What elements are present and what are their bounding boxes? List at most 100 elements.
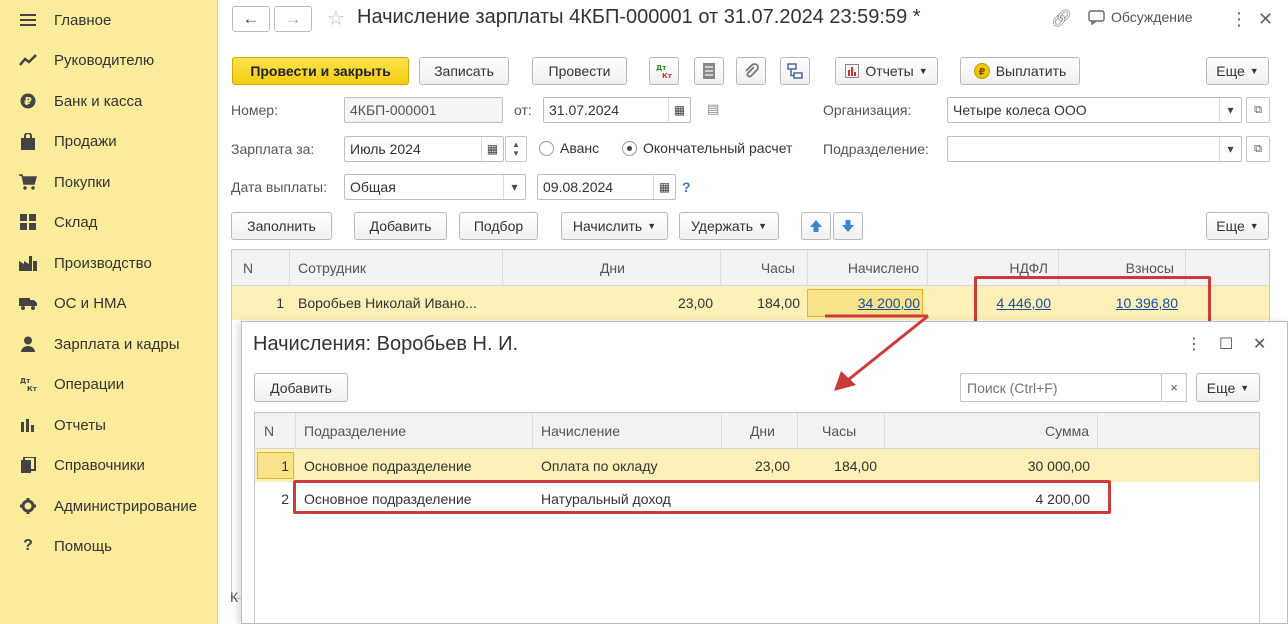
save-button[interactable]: Записать <box>419 57 509 85</box>
fill-button[interactable]: Заполнить <box>231 212 332 240</box>
organization-label: Организация: <box>823 102 912 118</box>
dropdown-icon[interactable]: ▾ <box>503 175 525 199</box>
more-vertical-icon[interactable]: ⋮ <box>1230 9 1248 30</box>
post-and-close-button[interactable]: Провести и закрыть <box>232 57 409 85</box>
sidebar-item-salary[interactable]: Зарплата и кадры <box>0 325 218 363</box>
withhold-button[interactable]: Удержать ▼ <box>679 212 779 240</box>
maximize-icon[interactable]: ☐ <box>1219 334 1233 354</box>
forward-button[interactable]: → <box>274 6 312 32</box>
shopping-bag-icon <box>17 130 39 152</box>
sidebar-item-sales[interactable]: Продажи <box>0 122 218 160</box>
sidebar-item-bank[interactable]: ₽ Банк и касса <box>0 82 218 120</box>
sidebar-item-admin[interactable]: Администрирование <box>0 487 218 525</box>
column-days[interactable]: Дни <box>722 413 798 449</box>
more-button[interactable]: Еще ▼ <box>1206 57 1269 85</box>
accrued-link[interactable]: 34 200,00 <box>858 295 920 311</box>
calendar-icon[interactable]: ▦ <box>668 98 690 122</box>
comment-icon[interactable]: ▤ <box>707 101 719 117</box>
truck-icon <box>17 292 39 314</box>
back-button[interactable]: ← <box>232 6 270 32</box>
sidebar-item-help[interactable]: ? Помощь <box>0 527 218 565</box>
table-more-button[interactable]: Еще ▼ <box>1206 212 1269 240</box>
number-field[interactable]: 4КБП-000001 <box>344 97 503 123</box>
open-organization-button[interactable]: ⧉ <box>1246 97 1270 123</box>
sidebar-item-label: Руководителю <box>54 51 155 69</box>
salary-period-field[interactable]: Июль 2024 ▦ <box>344 136 504 162</box>
calendar-icon[interactable]: ▦ <box>481 137 503 161</box>
sidebar-item-production[interactable]: Производство <box>0 244 218 282</box>
clear-search-button[interactable]: × <box>1162 373 1187 402</box>
column-hours[interactable]: Часы <box>798 413 885 449</box>
list-button[interactable] <box>694 57 724 85</box>
final-payment-radio[interactable]: Окончательный расчет <box>622 140 792 156</box>
final-payment-label: Окончательный расчет <box>643 140 793 156</box>
add-row-button[interactable]: Добавить <box>354 212 447 240</box>
discussion-button[interactable]: Обсуждение <box>1088 9 1193 25</box>
employee-name[interactable]: Воробьев Николай Ивано... <box>290 286 503 320</box>
structure-button[interactable] <box>780 57 810 85</box>
sidebar-item-assets[interactable]: ОС и НМА <box>0 284 218 322</box>
division-label: Подразделение: <box>823 141 929 157</box>
attach-button[interactable] <box>736 57 766 85</box>
star-icon[interactable]: ☆ <box>327 6 345 31</box>
division-field[interactable]: ▾ <box>947 136 1242 162</box>
sidebar-item-main[interactable]: Главное <box>0 1 218 39</box>
sidebar-item-operations[interactable]: Дт Кт Операции <box>0 365 218 403</box>
arrow-up-icon <box>810 220 822 232</box>
pay-date-field[interactable]: 09.08.2024 ▦ <box>537 174 676 200</box>
open-division-button[interactable]: ⧉ <box>1246 136 1270 162</box>
column-days[interactable]: Дни <box>503 250 721 286</box>
column-hours[interactable]: Часы <box>721 250 808 286</box>
period-stepper[interactable]: ▲ ▼ <box>505 136 527 162</box>
column-n[interactable]: N <box>255 413 296 449</box>
calendar-icon[interactable]: ▦ <box>653 175 675 199</box>
close-icon[interactable]: ✕ <box>1258 9 1273 30</box>
dropdown-icon[interactable]: ▾ <box>1219 98 1241 122</box>
link-icon[interactable]: 🔗︎ <box>1051 9 1073 29</box>
column-employee[interactable]: Сотрудник <box>290 250 503 286</box>
pay-date-label: Дата выплаты: <box>231 179 327 195</box>
column-sum[interactable]: Сумма <box>885 413 1098 449</box>
sidebar-item-manager[interactable]: Руководителю <box>0 41 218 79</box>
column-division[interactable]: Подразделение <box>296 413 533 449</box>
post-button[interactable]: Провести <box>532 57 627 85</box>
salary-period-value: Июль 2024 <box>350 141 421 157</box>
date-field[interactable]: 31.07.2024 ▦ <box>543 97 691 123</box>
organization-field[interactable]: Четыре колеса ООО ▾ <box>947 97 1242 123</box>
sidebar-item-label: Зарплата и кадры <box>54 335 180 353</box>
column-accrual[interactable]: Начисление <box>533 413 722 449</box>
move-down-button[interactable] <box>833 212 863 240</box>
chevron-down-icon: ▼ <box>918 66 928 76</box>
sidebar-item-purchases[interactable]: Покупки <box>0 163 218 201</box>
dt-kt-button[interactable]: Дт Кт <box>649 57 679 85</box>
dropdown-icon[interactable]: ▾ <box>1219 137 1241 161</box>
advance-radio[interactable]: Аванс <box>539 140 599 156</box>
table-row[interactable]: 1 Основное подразделение Оплата по оклад… <box>255 449 1259 482</box>
dialog-add-button[interactable]: Добавить <box>254 373 348 402</box>
sidebar-item-directories[interactable]: Справочники <box>0 446 218 484</box>
dialog-more-button[interactable]: Еще ▼ <box>1196 373 1260 402</box>
sidebar-item-warehouse[interactable]: Склад <box>0 203 218 241</box>
move-up-button[interactable] <box>801 212 831 240</box>
dt-kt-icon: ДтКт <box>17 373 39 395</box>
accrued-value[interactable]: 34 200,00 <box>808 286 928 320</box>
column-accrued[interactable]: Начислено <box>808 250 928 286</box>
search-input[interactable] <box>960 373 1162 402</box>
sidebar-item-label: ОС и НМА <box>54 294 127 312</box>
pay-button[interactable]: ₽ Выплатить <box>960 57 1080 85</box>
sidebar-item-reports[interactable]: Отчеты <box>0 406 218 444</box>
reports-button[interactable]: Отчеты ▼ <box>835 57 938 85</box>
sidebar-item-label: Склад <box>54 213 98 231</box>
discussion-label: Обсуждение <box>1111 9 1193 25</box>
pick-button[interactable]: Подбор <box>459 212 538 240</box>
close-icon[interactable]: ✕ <box>1253 334 1266 354</box>
trend-icon <box>17 49 39 71</box>
help-icon[interactable]: ? <box>682 179 691 195</box>
more-vertical-icon[interactable]: ⋮ <box>1186 334 1202 354</box>
column-n[interactable]: N <box>232 250 290 286</box>
pay-type-select[interactable]: Общая ▾ <box>344 174 526 200</box>
sidebar: Главное Руководителю ₽ Банк и касса Прод… <box>0 0 218 624</box>
highlight-natural-income <box>293 480 1111 514</box>
accrue-button[interactable]: Начислить ▼ <box>561 212 668 240</box>
days-value: 23,00 <box>754 457 790 474</box>
